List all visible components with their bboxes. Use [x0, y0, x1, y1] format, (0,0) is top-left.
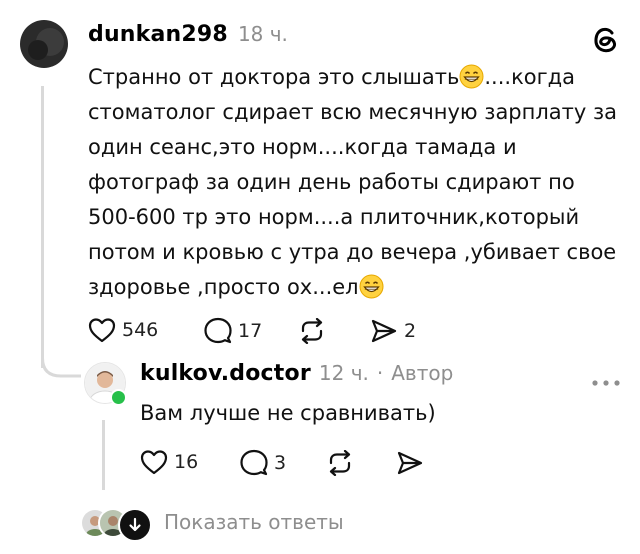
repost-button[interactable]	[326, 450, 354, 476]
threads-icon[interactable]	[588, 22, 622, 56]
comment-text-part-2: ....когда стоматолог сдирает всю месячну…	[88, 65, 618, 299]
comment-button[interactable]: 17	[204, 317, 262, 344]
share-button[interactable]: 2	[370, 318, 416, 344]
share-button[interactable]	[396, 450, 424, 476]
reply-count: 17	[238, 319, 263, 342]
like-button[interactable]: 16	[140, 449, 198, 475]
avatar[interactable]	[20, 20, 68, 68]
comment-text: Странно от доктора это слышать ....когда …	[88, 60, 618, 305]
reply-actions: 16 3	[140, 449, 440, 479]
chevron-down-icon	[118, 508, 152, 542]
thread-line	[41, 86, 44, 368]
comment-username[interactable]: dunkan298	[88, 22, 228, 47]
comment-text-part-1: Странно от доктора это слышать	[88, 65, 460, 89]
grinning-emoji-icon	[459, 64, 484, 89]
thread-line-curve	[41, 350, 81, 378]
repost-button[interactable]	[298, 318, 326, 344]
heart-icon	[88, 317, 116, 343]
comment-actions: 546 17 2	[88, 317, 428, 347]
share-icon	[396, 450, 424, 476]
show-replies-link[interactable]: Показать ответы	[164, 510, 344, 534]
comment-icon	[240, 449, 268, 476]
reply-count: 3	[274, 451, 287, 474]
grinning-emoji-icon	[359, 274, 384, 299]
online-status-icon	[110, 389, 127, 406]
comment-header: dunkan298 18 ч.	[88, 22, 288, 47]
author-badge: Автор	[391, 361, 454, 385]
comment-button[interactable]: 3	[240, 449, 286, 476]
reply-header: kulkov.doctor 12 ч. · Автор	[140, 361, 453, 386]
reply-thread-line	[102, 420, 105, 490]
show-replies-row[interactable]: Показать ответы	[80, 506, 380, 542]
repost-icon	[298, 318, 326, 344]
reply-separator: ·	[376, 361, 384, 385]
share-icon	[370, 318, 398, 344]
like-button[interactable]: 546	[88, 317, 158, 343]
reply-avatar-wrap[interactable]	[84, 362, 127, 406]
comment-icon	[204, 317, 232, 344]
like-count: 546	[122, 319, 159, 341]
repost-icon	[326, 450, 354, 476]
more-icon[interactable]	[590, 372, 622, 386]
like-count: 16	[174, 451, 199, 473]
share-count: 2	[404, 320, 417, 342]
heart-icon	[140, 449, 168, 475]
reply-username[interactable]: kulkov.doctor	[140, 361, 311, 386]
comment-time: 18 ч.	[237, 22, 288, 46]
reply-time: 12 ч.	[318, 361, 369, 385]
reply-text: Вам лучше не сравнивать)	[140, 401, 436, 425]
